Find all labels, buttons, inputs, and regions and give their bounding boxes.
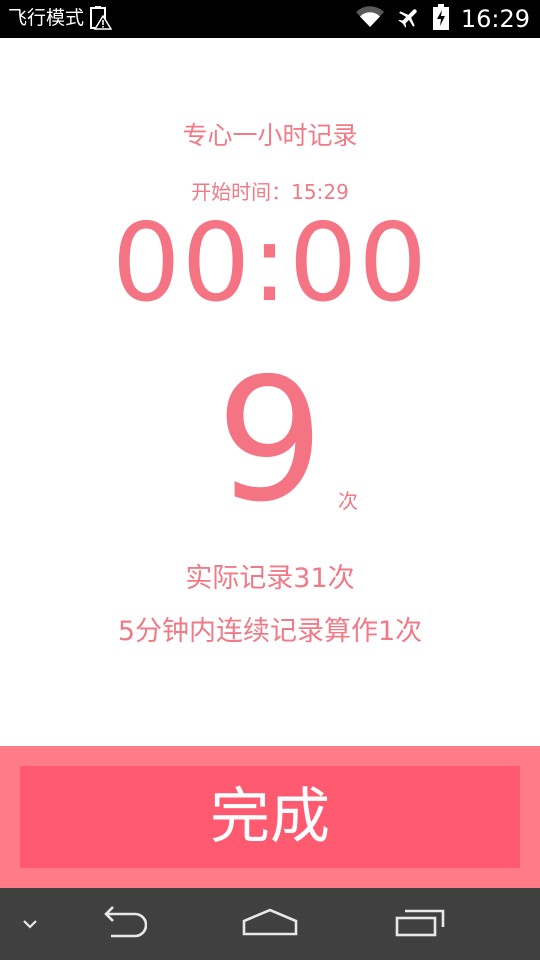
navigation-bar: [0, 888, 540, 960]
battery-icon: [432, 4, 449, 34]
airplane-mode-label: 飞行模式: [8, 7, 85, 29]
back-icon: [93, 905, 148, 943]
action-area: 完成: [0, 746, 540, 888]
count-display: 9 次: [0, 356, 540, 526]
recents-icon: [393, 907, 447, 941]
done-button[interactable]: 完成: [20, 766, 520, 868]
record-panel: 专心一小时记录 开始时间：15:29 00:00 9 次 实际记录31次 5分钟…: [0, 38, 540, 746]
record-count: 9: [215, 342, 325, 540]
warning-icon: [90, 6, 113, 30]
nav-home-button[interactable]: [230, 888, 310, 960]
app-screen: 飞行模式 16:29 专心一小时记录 开始时间：15:29 00:00 9 次 …: [0, 0, 540, 960]
elapsed-timer: 00:00: [111, 201, 429, 326]
status-left: 飞行模式: [8, 5, 113, 31]
chevron-down-icon: [21, 915, 39, 934]
status-right: 16:29: [355, 3, 530, 35]
airplane-icon: [397, 5, 421, 33]
record-count-unit: 次: [338, 489, 358, 513]
nav-back-button[interactable]: [80, 888, 160, 960]
nav-hide-keyboard[interactable]: [10, 888, 50, 960]
page-title: 专心一小时记录: [182, 121, 358, 150]
actual-record-text: 实际记录31次: [185, 563, 355, 594]
status-bar: 飞行模式 16:29: [0, 0, 540, 38]
wifi-icon: [355, 6, 385, 32]
merge-rule-note: 5分钟内连续记录算作1次: [117, 616, 423, 647]
status-time: 16:29: [460, 5, 530, 33]
nav-recents-button[interactable]: [380, 888, 460, 960]
home-icon: [241, 907, 299, 941]
